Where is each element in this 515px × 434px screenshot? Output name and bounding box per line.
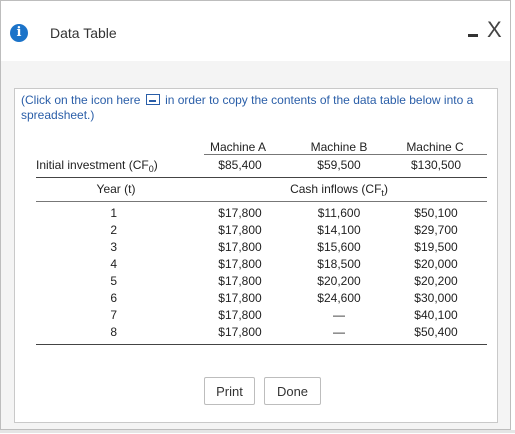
table-row-b: $14,100 bbox=[317, 223, 361, 237]
table-bottom-border bbox=[36, 344, 487, 345]
table-row-a: $17,800 bbox=[218, 291, 262, 305]
header-machine-c: Machine C bbox=[406, 140, 464, 154]
table-row-a: $17,800 bbox=[218, 206, 262, 220]
table-row-c: $50,400 bbox=[414, 325, 458, 339]
header-machine-b: Machine B bbox=[310, 140, 368, 154]
investment-label: Initial investment (CF0) bbox=[36, 158, 158, 174]
table-row-a: $17,800 bbox=[218, 223, 262, 237]
table-row-a: $17,800 bbox=[218, 308, 262, 322]
table-row-a: $17,800 bbox=[218, 325, 262, 339]
print-button[interactable]: Print bbox=[204, 377, 255, 405]
table-row-b: $20,200 bbox=[317, 274, 361, 288]
table-row-b: $18,500 bbox=[317, 257, 361, 271]
table-row-c: $30,000 bbox=[414, 291, 458, 305]
data-table-dialog: i Data Table X (Click on the icon here i… bbox=[0, 0, 511, 430]
table-row-c: $20,200 bbox=[414, 274, 458, 288]
table-row-year: 8 bbox=[110, 325, 117, 339]
investment-b: $59,500 bbox=[317, 158, 361, 172]
header-underline bbox=[204, 154, 487, 155]
table-row-b: $24,600 bbox=[317, 291, 361, 305]
table-row-a: $17,800 bbox=[218, 257, 262, 271]
table-row-b: — bbox=[333, 308, 345, 322]
year-header-divider bbox=[36, 201, 487, 202]
investment-a: $85,400 bbox=[218, 158, 262, 172]
table-row-year: 2 bbox=[110, 223, 117, 237]
table-row-c: $20,000 bbox=[414, 257, 458, 271]
table-row-b: $11,600 bbox=[317, 206, 361, 220]
investment-c: $130,500 bbox=[410, 158, 462, 172]
year-header: Year (t) bbox=[96, 182, 136, 196]
table-row-a: $17,800 bbox=[218, 240, 262, 254]
header-machine-a: Machine A bbox=[209, 140, 267, 154]
table-row-year: 5 bbox=[110, 274, 117, 288]
investment-divider bbox=[36, 177, 487, 178]
table-row-year: 3 bbox=[110, 240, 117, 254]
table-row-a: $17,800 bbox=[218, 274, 262, 288]
table-row-c: $50,100 bbox=[414, 206, 458, 220]
table-row-year: 4 bbox=[110, 257, 117, 271]
table-row-year: 6 bbox=[110, 291, 117, 305]
cashflow-header: Cash inflows (CFt) bbox=[290, 182, 388, 198]
table-row-year: 7 bbox=[110, 308, 117, 322]
table-row-b: — bbox=[333, 325, 345, 339]
table-row-b: $15,600 bbox=[317, 240, 361, 254]
done-button[interactable]: Done bbox=[264, 377, 321, 405]
table-row-c: $29,700 bbox=[414, 223, 458, 237]
table-row-c: $40,100 bbox=[414, 308, 458, 322]
table-row-year: 1 bbox=[110, 206, 117, 220]
data-table: Machine A Machine B Machine C Initial in… bbox=[1, 1, 515, 434]
table-row-c: $19,500 bbox=[414, 240, 458, 254]
